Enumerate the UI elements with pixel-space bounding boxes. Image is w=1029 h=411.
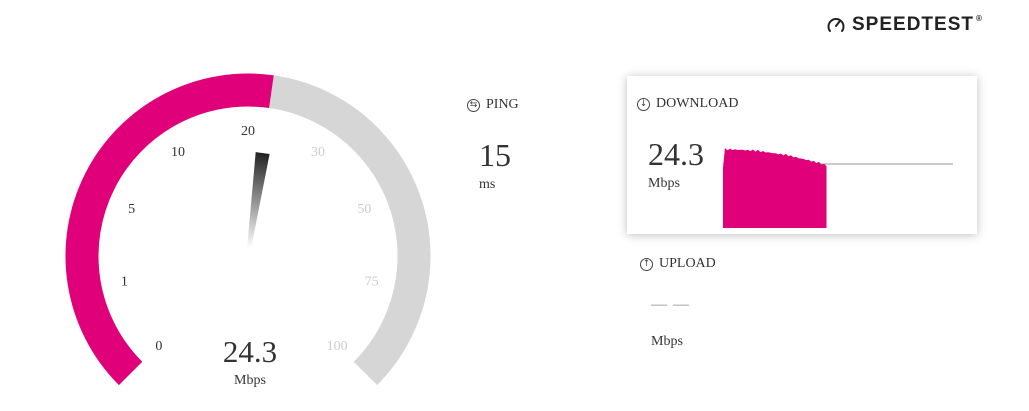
upload-label-text: UPLOAD xyxy=(659,256,716,271)
download-value: 24.3 xyxy=(648,136,704,172)
registered-mark: ® xyxy=(975,13,983,23)
download-graph-area xyxy=(723,148,827,228)
download-arrow-icon: ↓ xyxy=(637,97,650,111)
upload-arrow-icon: ↑ xyxy=(640,257,653,271)
gauge-scale-label: 5 xyxy=(128,202,135,217)
ping-icon: ⇆ xyxy=(467,98,480,112)
download-unit: Mbps xyxy=(648,176,680,191)
brand-name: SPEEDTEST xyxy=(852,14,974,35)
gauge-icon xyxy=(827,18,845,32)
upload-label: ↑ UPLOAD xyxy=(640,256,716,272)
gauge-scale-label: 30 xyxy=(311,145,325,160)
download-speed-graph xyxy=(723,148,953,228)
gauge-scale-label: 75 xyxy=(365,275,379,290)
download-card: ↓ DOWNLOAD 24.3 Mbps xyxy=(627,76,977,234)
ping-label-text: PING xyxy=(486,97,519,112)
gauge-scale-label: 20 xyxy=(241,124,255,139)
gauge-scale-label: 10 xyxy=(171,145,185,160)
gauge-scale-label: 50 xyxy=(357,202,371,217)
download-label-text: DOWNLOAD xyxy=(656,96,739,111)
gauge-scale-label: 1 xyxy=(121,275,128,290)
gauge-scale-label: 100 xyxy=(327,339,348,354)
gauge-scale-label: 0 xyxy=(155,339,162,354)
download-label: ↓ DOWNLOAD xyxy=(637,96,738,112)
speedtest-logo: SPEEDTEST ® xyxy=(826,14,983,36)
ping-label: ⇆ PING xyxy=(467,97,519,113)
upload-value: — — xyxy=(651,296,690,313)
gauge-needle xyxy=(247,152,270,249)
gauge-speed-unit: Mbps xyxy=(234,373,266,388)
upload-unit: Mbps xyxy=(651,334,683,349)
gauge-speed-value: 24.3 xyxy=(222,334,278,369)
ping-value: 15 xyxy=(479,137,511,173)
ping-unit: ms xyxy=(479,177,496,192)
